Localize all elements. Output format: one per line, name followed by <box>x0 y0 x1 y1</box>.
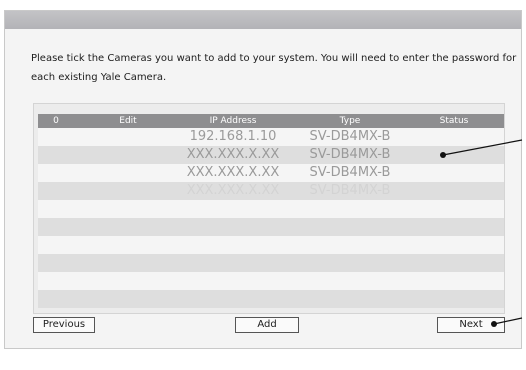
callout-lines <box>440 139 523 327</box>
table-callout-line <box>442 139 523 156</box>
next-callout-dot <box>491 321 497 327</box>
next-callout-line <box>493 317 523 325</box>
table-callout-dot <box>440 152 446 158</box>
